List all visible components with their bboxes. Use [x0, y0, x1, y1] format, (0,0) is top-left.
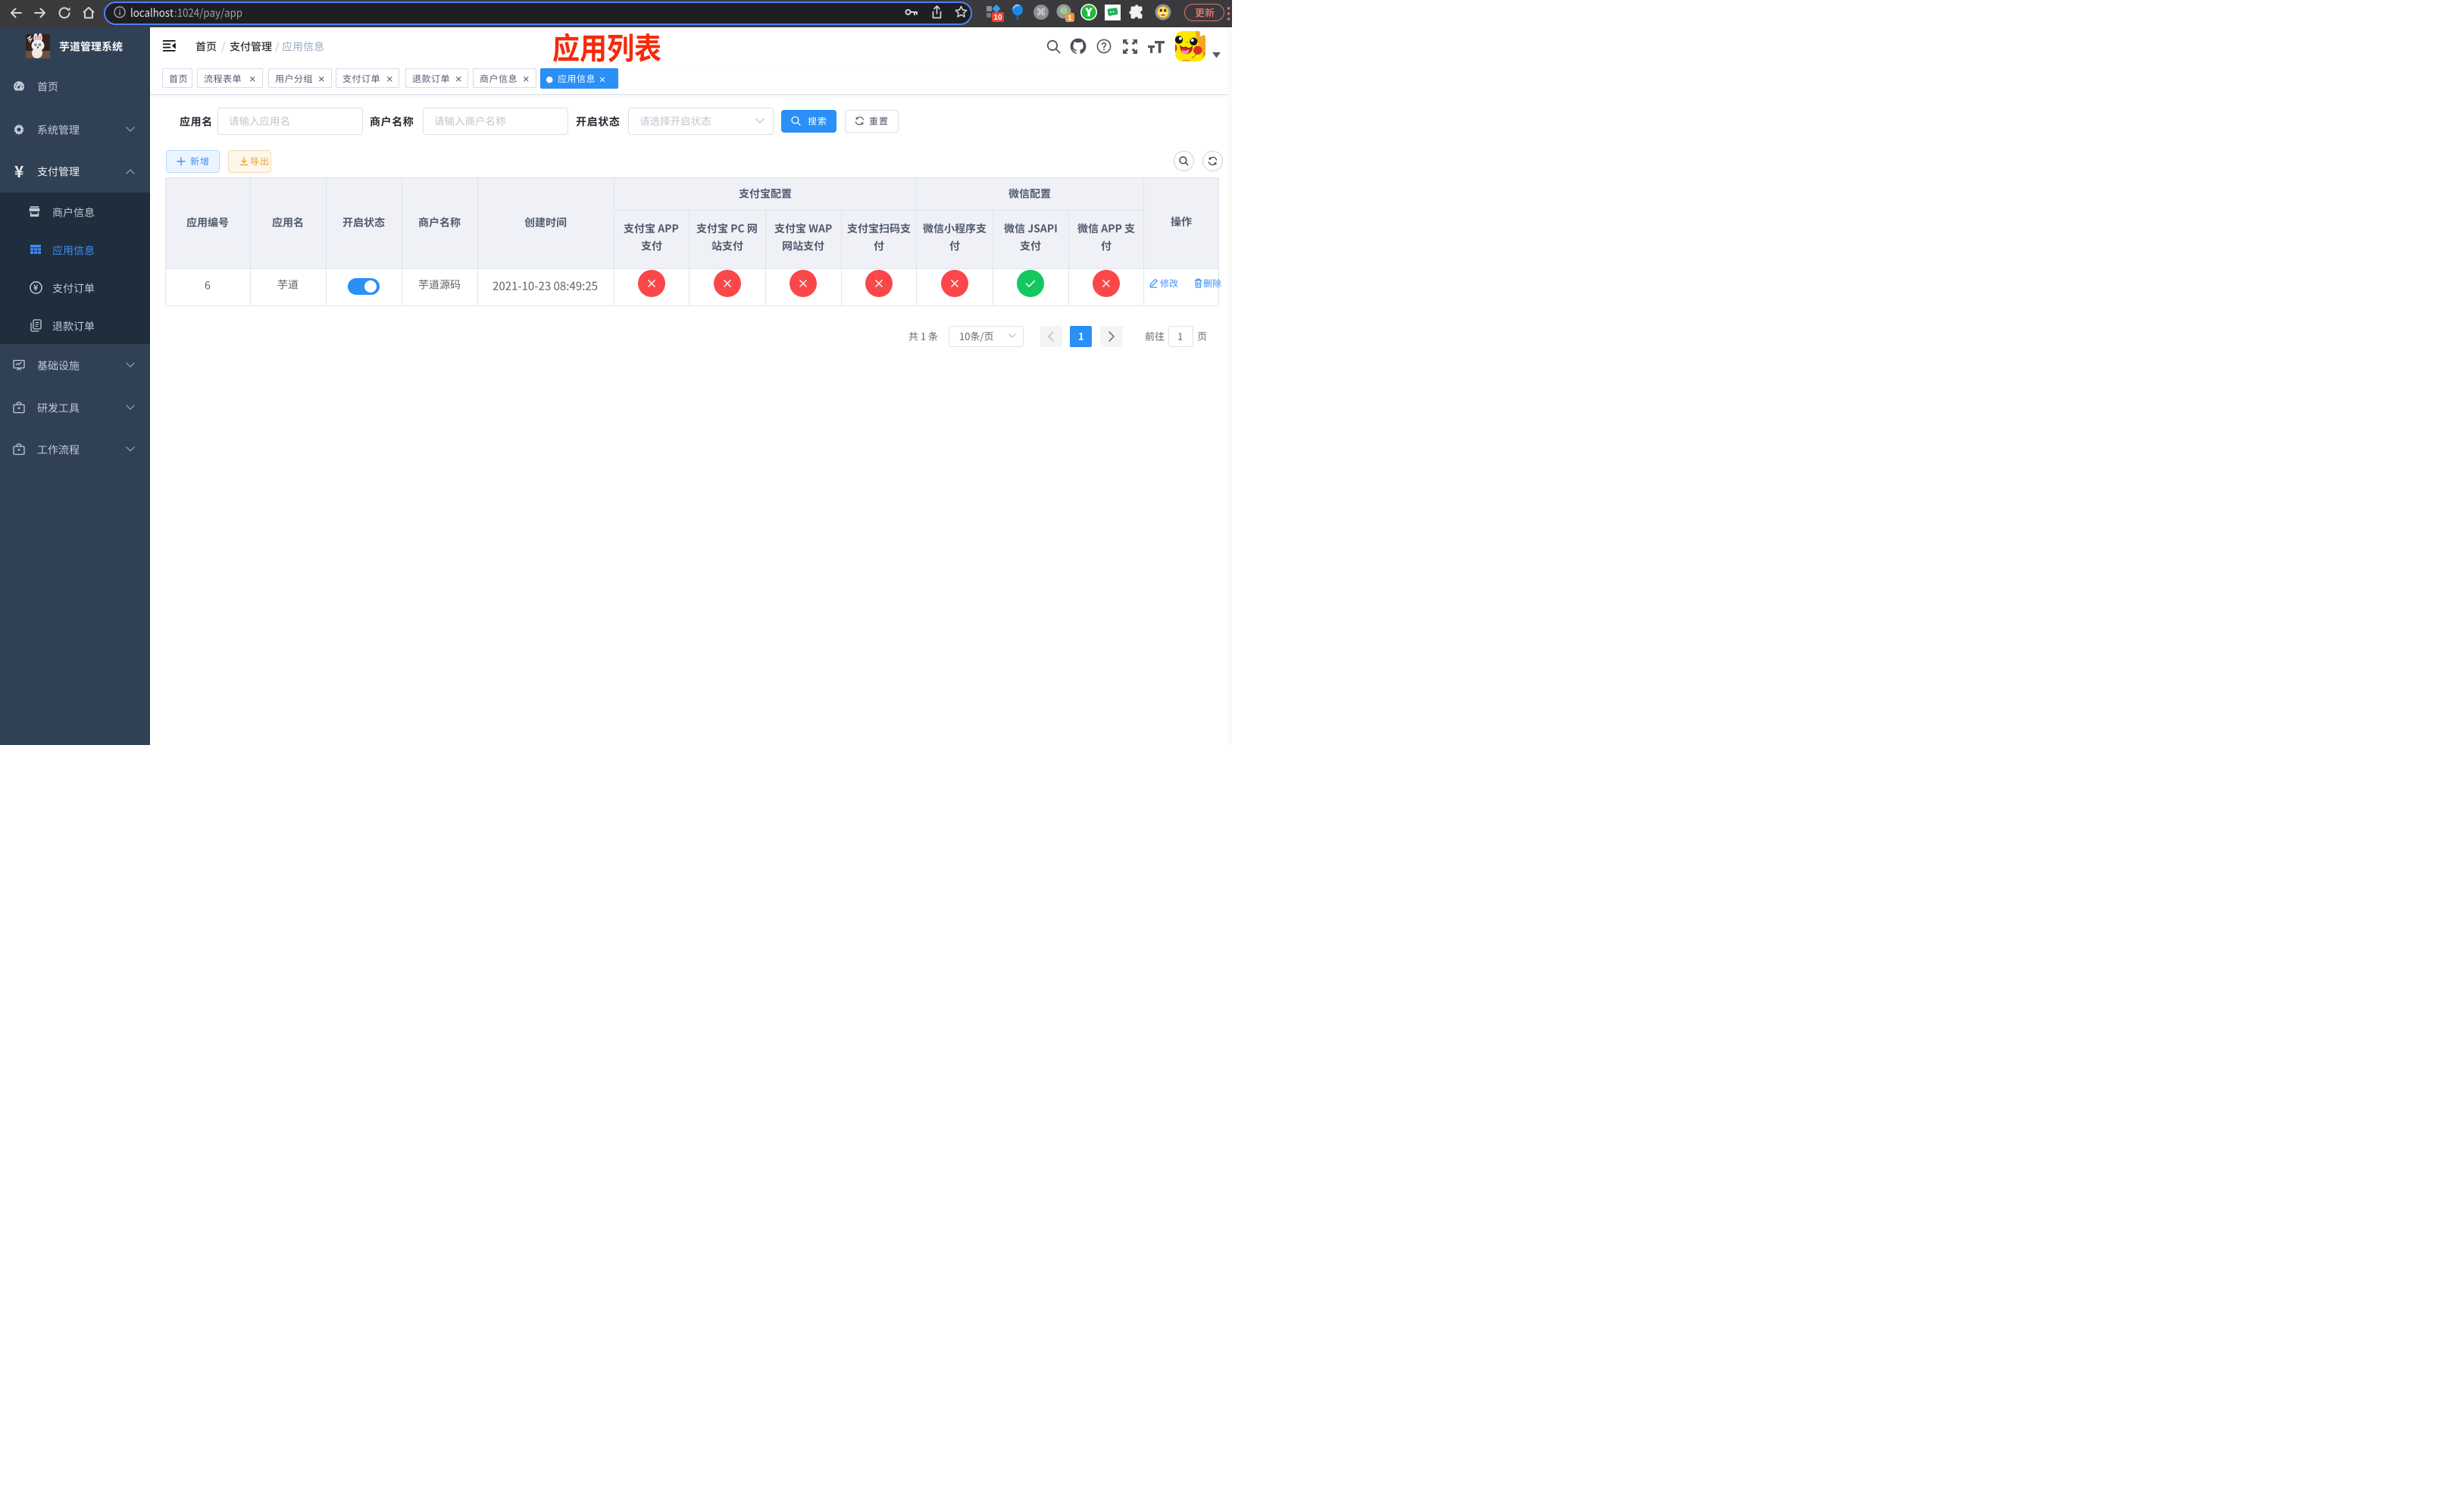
svg-text:⌘: ⌘ [1037, 7, 1046, 18]
svg-text:10: 10 [993, 14, 1002, 22]
svg-text:1: 1 [1068, 14, 1072, 23]
